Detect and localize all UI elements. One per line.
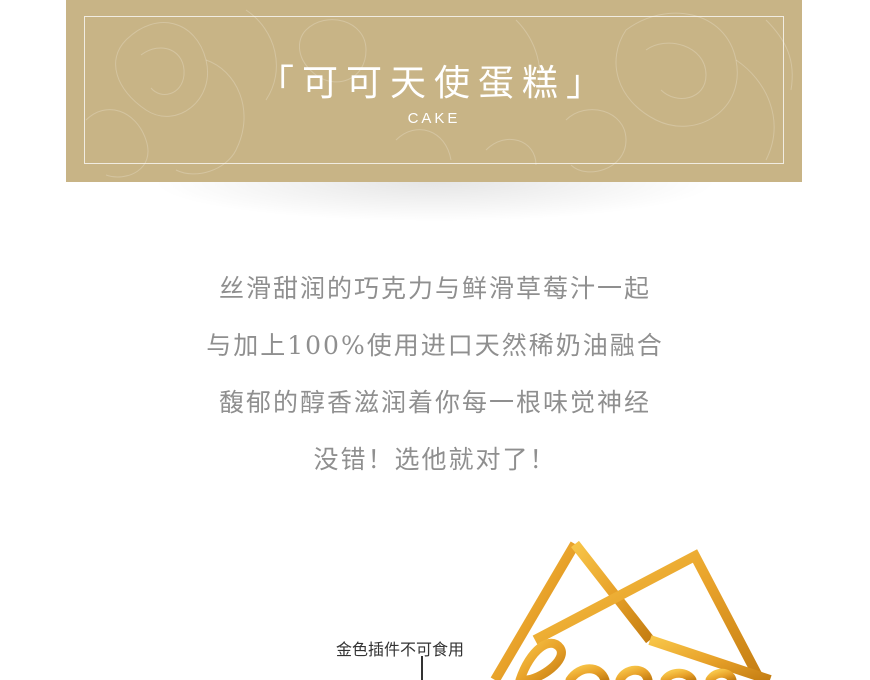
product-description: 丝滑甜润的巧克力与鲜滑草莓汁一起 与加上100%使用进口天然稀奶油融合 馥郁的醇… <box>0 266 870 494</box>
description-line: 与加上100%使用进口天然稀奶油融合 <box>206 331 664 360</box>
banner-shadow <box>150 182 720 222</box>
cake-subtitle: CAKE <box>407 110 461 127</box>
cake-title: 「可可天使蛋糕」 <box>257 63 610 104</box>
description-line: 没错！选他就对了！ <box>313 445 557 474</box>
description-line: 馥郁的醇香滋润着你每一根味觉神经 <box>218 388 651 417</box>
header-banner: 「可可天使蛋糕」 CAKE <box>66 0 802 182</box>
gold-cake-topper-image <box>490 540 772 680</box>
description-line: 丝滑甜润的巧克力与鲜滑草莓汁一起 <box>218 274 651 303</box>
